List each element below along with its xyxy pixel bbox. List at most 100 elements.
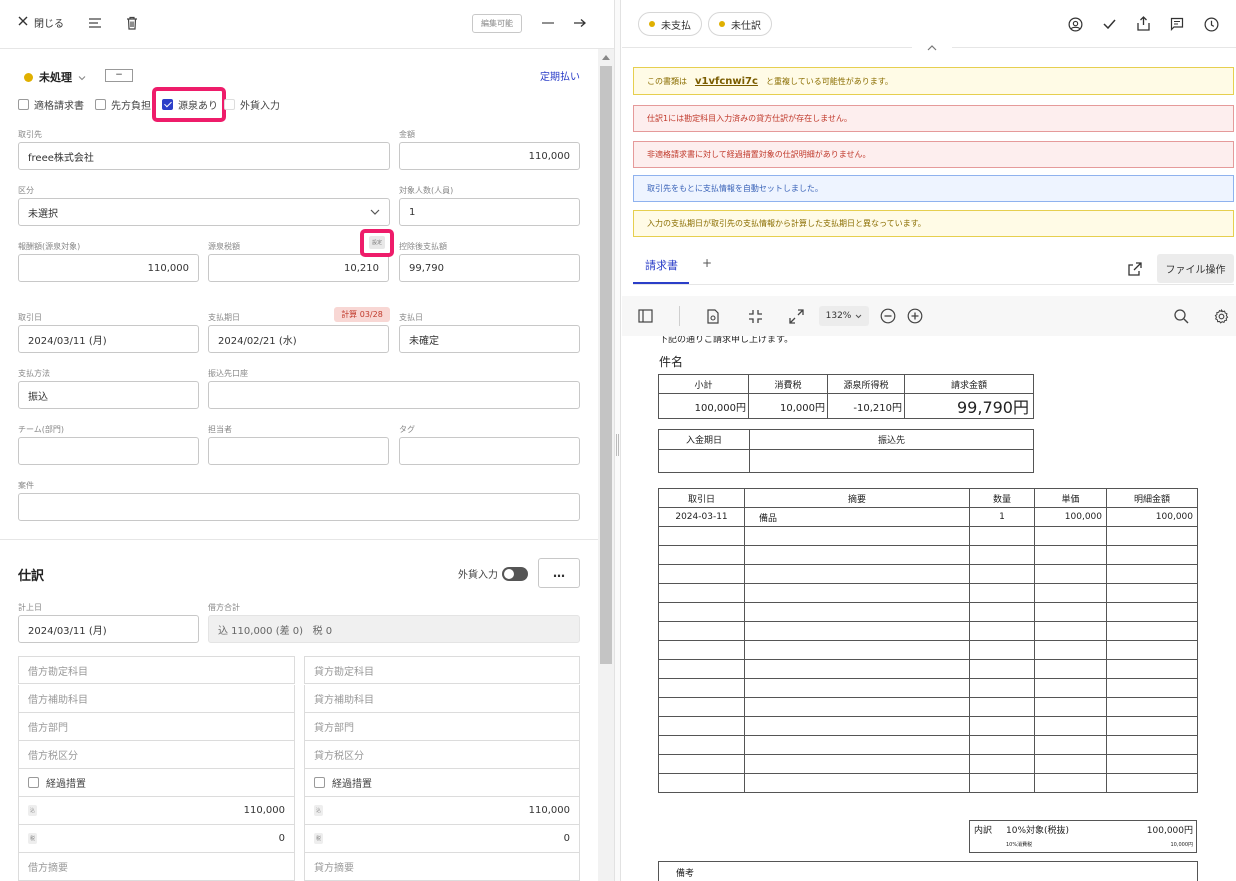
- credit-account-field[interactable]: 貸方勘定科目: [304, 656, 580, 684]
- due-date-calc-badge[interactable]: 計算 03/28: [334, 307, 390, 322]
- prev-button[interactable]: [538, 14, 558, 32]
- detail-cell: [744, 640, 970, 660]
- detail-cell: [658, 773, 745, 793]
- withholding-set-button[interactable]: 設定: [369, 236, 385, 249]
- pay-method-input[interactable]: 振込: [18, 381, 199, 409]
- detail-cell: [969, 697, 1035, 717]
- amount-input[interactable]: 110,000: [399, 142, 580, 170]
- project-input[interactable]: [18, 493, 580, 521]
- due-date-input[interactable]: 2024/02/21 (水): [208, 325, 389, 353]
- remuneration-input[interactable]: 110,000: [18, 254, 199, 282]
- category-select[interactable]: 未選択: [18, 198, 390, 226]
- credit-missing-error-banner: 仕訳1には勘定科目入力済みの貸方仕訳が存在しません。: [633, 105, 1234, 132]
- assignee-input[interactable]: [208, 437, 389, 465]
- invoice-bank-table: 入金期日 振込先: [658, 429, 1034, 473]
- approve-button[interactable]: [1100, 15, 1118, 33]
- fullscreen-button[interactable]: [786, 306, 806, 326]
- bank-account-input[interactable]: [208, 381, 580, 409]
- foreign-currency-checkbox[interactable]: 外貨入力: [224, 97, 280, 112]
- detail-cell: [658, 678, 745, 698]
- partner-input[interactable]: freee株式会社: [18, 142, 390, 170]
- detail-cell: [1034, 621, 1107, 641]
- posting-date-input[interactable]: 2024/03/11 (月): [18, 615, 199, 643]
- debit-department-field[interactable]: 借方部門: [18, 713, 295, 741]
- collapse-button[interactable]: −: [105, 69, 133, 82]
- zoom-in-icon: [907, 308, 923, 324]
- share-button[interactable]: [1134, 14, 1152, 32]
- viewer-settings-button[interactable]: [1211, 306, 1231, 326]
- summary-value: 10,000円: [748, 393, 828, 419]
- zoom-out-button[interactable]: [878, 306, 898, 326]
- tag-unpaid[interactable]: 未支払: [638, 12, 702, 36]
- collapse-notices-button[interactable]: [912, 40, 952, 56]
- credit-department-field[interactable]: 貸方部門: [304, 713, 580, 741]
- fit-width-button[interactable]: [745, 306, 765, 326]
- withholding-checkbox[interactable]: 源泉あり: [162, 97, 218, 112]
- withholding-box: [162, 99, 173, 110]
- debit-memo-field[interactable]: 借方摘要: [18, 853, 295, 881]
- credit-tax-category-field[interactable]: 貸方税区分: [304, 741, 580, 769]
- history-button[interactable]: [1202, 15, 1220, 33]
- credit-memo-field[interactable]: 貸方摘要: [304, 853, 580, 881]
- debit-transitional-checkbox[interactable]: 経過措置: [18, 769, 295, 797]
- next-button[interactable]: [570, 14, 590, 32]
- tag-unjournaled-dot: [719, 21, 725, 27]
- journal-title: 仕訳: [18, 569, 45, 584]
- journal-more-button[interactable]: …: [538, 558, 580, 588]
- fx-toggle[interactable]: 外貨入力: [458, 566, 528, 581]
- tab-invoice[interactable]: 請求書: [645, 257, 678, 273]
- zoom-select[interactable]: 132%: [819, 306, 869, 326]
- team-input[interactable]: [18, 437, 199, 465]
- open-external-button[interactable]: [1126, 260, 1144, 278]
- debit-account-field[interactable]: 借方勘定科目: [18, 656, 295, 684]
- menu-button[interactable]: [86, 14, 104, 32]
- detail-cell: [1106, 621, 1198, 641]
- file-operations-button[interactable]: ファイル操作: [1157, 254, 1234, 283]
- pay-date-input[interactable]: 未確定: [399, 325, 580, 353]
- sidebar-toggle-button[interactable]: [635, 306, 655, 326]
- user-button[interactable]: [1066, 15, 1084, 33]
- counterparty-burden-checkbox[interactable]: 先方負担: [95, 97, 151, 112]
- fit-page-button[interactable]: [703, 306, 723, 326]
- detail-row: [658, 640, 1198, 660]
- credit-transitional-checkbox[interactable]: 経過措置: [304, 769, 580, 797]
- net-payment-input[interactable]: 99,790: [399, 254, 580, 282]
- zoom-in-button[interactable]: [905, 306, 925, 326]
- recurring-payment-link[interactable]: 定期払い: [540, 68, 580, 83]
- close-button[interactable]: 閉じる: [18, 15, 64, 30]
- credit-amount-field[interactable]: 込 110,000: [304, 797, 580, 825]
- sidebar-icon: [637, 309, 653, 323]
- detail-cell: 2024-03-11: [658, 507, 745, 527]
- credit-sub-account-field[interactable]: 貸方補助科目: [304, 685, 580, 713]
- detail-cell: [744, 545, 970, 565]
- withholding-tax-input[interactable]: 10,210: [208, 254, 389, 282]
- scroll-up-arrow[interactable]: [602, 55, 610, 60]
- viewer-search-button[interactable]: [1171, 306, 1191, 326]
- qualified-invoice-checkbox[interactable]: 適格請求書: [18, 97, 84, 112]
- people-input[interactable]: 1: [399, 198, 580, 226]
- status-dropdown[interactable]: 未処理: [24, 69, 86, 85]
- chevron-down-icon: [78, 71, 86, 84]
- credit-tax-field[interactable]: 税 0: [304, 825, 580, 853]
- detail-row: [658, 526, 1198, 546]
- duplicate-doc-link[interactable]: v1vfcnwi7c: [695, 76, 758, 87]
- delete-button[interactable]: [123, 14, 141, 32]
- debit-amount-field[interactable]: 込 110,000: [18, 797, 295, 825]
- detail-cell: [1034, 659, 1107, 679]
- debit-sub-account-field[interactable]: 借方補助科目: [18, 685, 295, 713]
- tag-unjournaled[interactable]: 未仕訳: [708, 12, 772, 36]
- tag-unpaid-label: 未支払: [661, 20, 691, 32]
- detail-cell: [969, 716, 1035, 736]
- duplicate-warning-banner: この書類は v1vfcnwi7c と重複している可能性があります。: [633, 67, 1234, 95]
- tag-input[interactable]: [399, 437, 580, 465]
- comment-button[interactable]: [1168, 15, 1186, 33]
- debit-tax-field[interactable]: 税 0: [18, 825, 295, 853]
- add-tab-button[interactable]: +: [702, 256, 712, 270]
- left-scrollbar-thumb[interactable]: [600, 66, 612, 664]
- team-label: チーム(部門): [18, 425, 65, 434]
- tax-breakdown-sub-amount: 10,000円: [1170, 842, 1194, 848]
- detail-cell: [969, 602, 1035, 622]
- document-page: 下記の通りご請求申し上げます。 件名 小計 消費税 源泉所得税 請求金額 100…: [622, 336, 1236, 881]
- deal-date-input[interactable]: 2024/03/11 (月): [18, 325, 199, 353]
- debit-tax-category-field[interactable]: 借方税区分: [18, 741, 295, 769]
